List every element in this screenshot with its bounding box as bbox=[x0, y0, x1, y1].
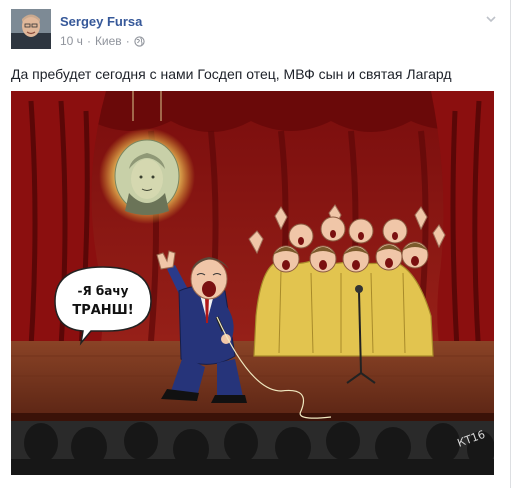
cartoon-illustration: -Я бачу ТРАНШ! КТ16 bbox=[11, 91, 494, 475]
post-image[interactable]: -Я бачу ТРАНШ! КТ16 bbox=[11, 91, 494, 475]
author-name[interactable]: Sergey Fursa bbox=[60, 14, 142, 29]
chevron-down-icon[interactable] bbox=[485, 13, 497, 25]
speech-line-1: -Я бачу bbox=[78, 284, 129, 298]
speech-line-2: ТРАНШ! bbox=[72, 303, 133, 318]
meta-separator-2: · bbox=[125, 34, 130, 48]
post-meta: 10 ч · Киев · bbox=[60, 34, 145, 48]
post-text: Да пребудет сегодня с нами Госдеп отец, … bbox=[11, 66, 452, 82]
globe-icon[interactable] bbox=[134, 35, 145, 47]
avatar[interactable] bbox=[11, 9, 51, 49]
avatar-image bbox=[11, 9, 51, 49]
post-timestamp[interactable]: 10 ч bbox=[60, 34, 83, 48]
meta-separator: · bbox=[86, 34, 91, 48]
post-location[interactable]: Киев bbox=[95, 34, 122, 48]
facebook-post: Sergey Fursa 10 ч · Киев · Да пребудет с… bbox=[0, 0, 511, 488]
